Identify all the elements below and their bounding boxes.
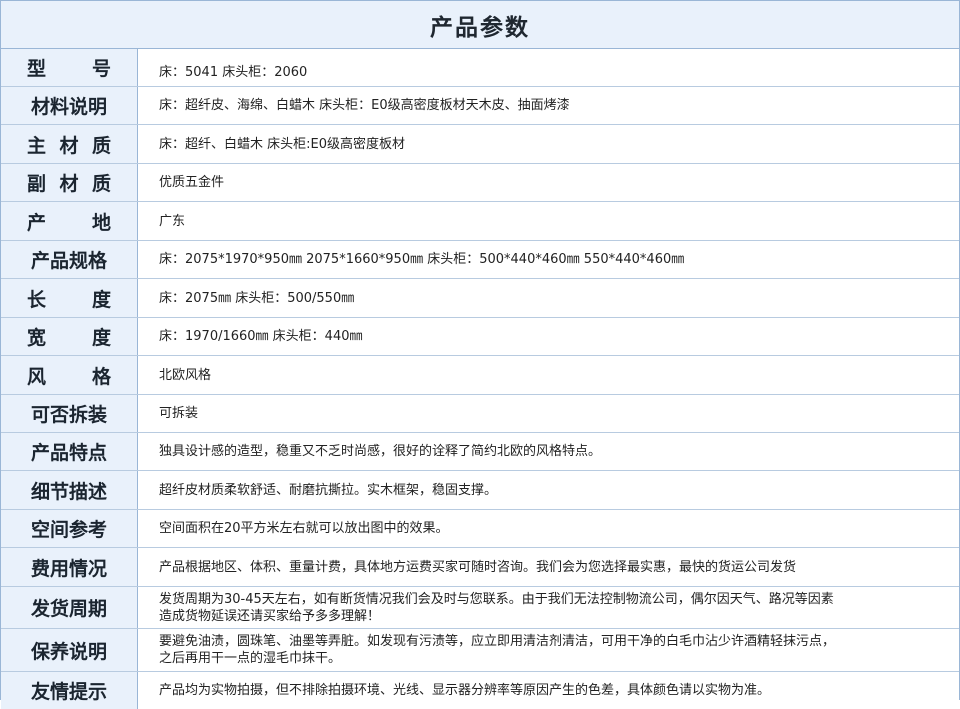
- row-label-maintenance: 保养说明: [31, 641, 107, 663]
- title-bar: 产品参数: [1, 1, 959, 49]
- table-row: 宽度 床：1970/1660㎜ 床头柜：440㎜: [1, 318, 959, 356]
- row-value-maintenance-line1: 要避免油渍，圆珠笔、油墨等弄脏。如发现有污渍等，应立即用清洁剂清洁，可用干净的白…: [159, 633, 959, 650]
- table-row: 发货周期 发货周期为30-45天左右，如有断货情况我们会及时与您联系。由于我们无…: [1, 587, 959, 629]
- row-value-fees: 产品根据地区、体积、重量计费，具体地方运费买家可随时咨询。我们会为您选择最实惠，…: [159, 559, 796, 576]
- table-row: 保养说明 要避免油渍，圆珠笔、油墨等弄脏。如发现有污渍等，应立即用清洁剂清洁，可…: [1, 629, 959, 672]
- row-value-main-material: 床：超纤、白蜡木 床头柜:E0级高密度板材: [159, 136, 405, 153]
- row-label-model: 型号: [27, 54, 111, 81]
- row-value-shipping-line1: 发货周期为30-45天左右，如有断货情况我们会及时与您联系。由于我们无法控制物流…: [159, 591, 959, 608]
- row-label-fees: 费用情况: [31, 558, 107, 580]
- row-value-shipping-line2: 造成货物延误还请买家给予多多理解！: [159, 608, 959, 625]
- table-row: 风格 北欧风格: [1, 356, 959, 395]
- product-params-sheet: 产品参数 型号 床：5041 床头柜：2060 材料说明 床：超纤皮、海绵、白蜡…: [0, 0, 960, 700]
- table-row: 长度 床：2075㎜ 床头柜：500/550㎜: [1, 279, 959, 318]
- row-value-tips: 产品均为实物拍摄，但不排除拍摄环境、光线、显示器分辨率等原因产生的色差，具体颜色…: [159, 682, 770, 699]
- row-label-spec: 产品规格: [31, 250, 107, 272]
- table-row: 费用情况 产品根据地区、体积、重量计费，具体地方运费买家可随时咨询。我们会为您选…: [1, 548, 959, 587]
- row-label-length: 长度: [27, 285, 111, 312]
- table-row: 材料说明 床：超纤皮、海绵、白蜡木 床头柜：E0级高密度板材天木皮、抽面烤漆: [1, 87, 959, 125]
- row-value-features: 独具设计感的造型，稳重又不乏时尚感，很好的诠释了简约北欧的风格特点。: [159, 443, 601, 460]
- table-row: 型号 床：5041 床头柜：2060: [1, 49, 959, 87]
- table-row: 主材质 床：超纤、白蜡木 床头柜:E0级高密度板材: [1, 125, 959, 164]
- row-value-model: 床：5041 床头柜：2060: [159, 54, 307, 81]
- row-value-detachable: 可拆装: [159, 405, 198, 422]
- params-table: 型号 床：5041 床头柜：2060 材料说明 床：超纤皮、海绵、白蜡木 床头柜…: [1, 49, 959, 709]
- row-label-detachable: 可否拆装: [31, 404, 107, 426]
- table-row: 友情提示 产品均为实物拍摄，但不排除拍摄环境、光线、显示器分辨率等原因产生的色差…: [1, 672, 959, 709]
- row-label-origin: 产地: [27, 208, 111, 235]
- row-label-sub-material: 副材质: [27, 169, 111, 196]
- row-label-details: 细节描述: [31, 481, 107, 503]
- table-row: 可否拆装 可拆装: [1, 395, 959, 433]
- table-row: 细节描述 超纤皮材质柔软舒适、耐磨抗撕拉。实木框架，稳固支撑。: [1, 471, 959, 510]
- row-value-style: 北欧风格: [159, 367, 211, 384]
- table-row: 产品特点 独具设计感的造型，稳重又不乏时尚感，很好的诠释了简约北欧的风格特点。: [1, 433, 959, 471]
- table-row: 空间参考 空间面积在20平方米左右就可以放出图中的效果。: [1, 510, 959, 548]
- row-label-material-desc: 材料说明: [31, 96, 107, 118]
- row-value-space: 空间面积在20平方米左右就可以放出图中的效果。: [159, 520, 449, 537]
- row-label-shipping: 发货周期: [31, 598, 107, 620]
- row-value-width: 床：1970/1660㎜ 床头柜：440㎜: [159, 328, 363, 345]
- row-value-sub-material: 优质五金件: [159, 174, 224, 191]
- row-label-features: 产品特点: [31, 442, 107, 464]
- row-value-maintenance-line2: 之后再用干一点的湿毛巾抹干。: [159, 650, 959, 667]
- row-label-style: 风格: [27, 362, 111, 389]
- row-label-width: 宽度: [27, 323, 111, 350]
- table-row: 产地 广东: [1, 202, 959, 241]
- row-value-details: 超纤皮材质柔软舒适、耐磨抗撕拉。实木框架，稳固支撑。: [159, 482, 497, 499]
- page-title: 产品参数: [430, 8, 530, 42]
- row-value-length: 床：2075㎜ 床头柜：500/550㎜: [159, 290, 354, 307]
- table-row: 副材质 优质五金件: [1, 164, 959, 202]
- row-label-main-material: 主材质: [27, 131, 111, 158]
- row-value-origin: 广东: [159, 213, 185, 230]
- row-value-material-desc: 床：超纤皮、海绵、白蜡木 床头柜：E0级高密度板材天木皮、抽面烤漆: [159, 97, 570, 114]
- row-value-spec: 床：2075*1970*950㎜ 2075*1660*950㎜ 床头柜：500*…: [159, 251, 684, 268]
- table-row: 产品规格 床：2075*1970*950㎜ 2075*1660*950㎜ 床头柜…: [1, 241, 959, 279]
- row-label-space: 空间参考: [31, 519, 107, 541]
